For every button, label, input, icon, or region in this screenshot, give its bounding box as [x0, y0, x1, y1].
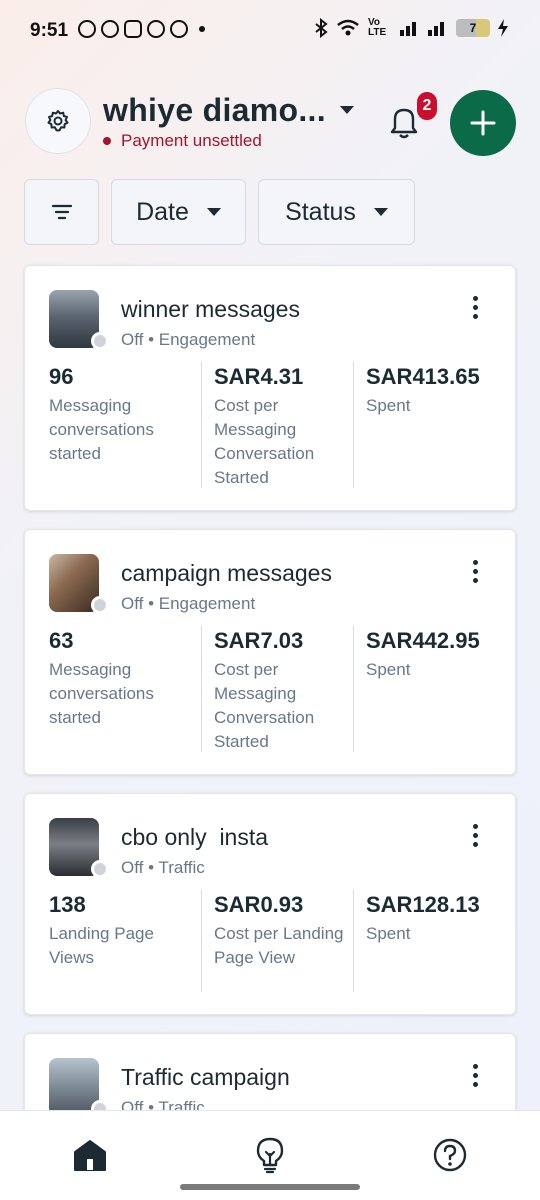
charging-icon [498, 19, 508, 37]
metric-cost-per-result: SAR7.03 Cost per Messaging Conversation … [201, 626, 353, 752]
gear-icon [47, 110, 69, 132]
metric-results: 96 Messaging conversations started [49, 362, 201, 488]
campaign-metrics: 138 Landing Page Views SAR0.93 Cost per … [49, 890, 505, 992]
notification-icons [78, 20, 205, 38]
campaign-name: winner messages [121, 296, 300, 322]
metric-label: Messaging conversations started [49, 396, 154, 463]
settings-button[interactable] [25, 88, 91, 154]
nav-help-tab[interactable] [420, 1125, 480, 1185]
metric-value: SAR442.95 [366, 628, 480, 653]
date-filter-dropdown[interactable]: Date [111, 179, 246, 245]
campaign-card[interactable]: campaign messages Off • Engagement 63 Me… [24, 529, 516, 775]
whatsapp-business-icon [78, 20, 96, 38]
signal-icon-2 [428, 22, 444, 36]
payment-status-text: Payment unsettled [121, 131, 262, 150]
filter-bar: Date Status [24, 179, 415, 245]
date-filter-label: Date [136, 197, 189, 226]
metric-value: SAR128.13 [366, 892, 480, 917]
metric-label: Spent [366, 660, 411, 679]
metric-label: Spent [366, 924, 411, 943]
metric-value: SAR7.03 [214, 628, 304, 653]
notification-count-badge: 2 [415, 90, 439, 122]
metric-value: 138 [49, 892, 86, 917]
filter-button[interactable] [24, 179, 99, 245]
campaign-meta: Off • Engagement [121, 594, 256, 613]
more-notifications-icon [199, 26, 205, 32]
system-icons: Vo LTE 7 [314, 18, 508, 38]
gesture-home-indicator[interactable] [180, 1184, 360, 1190]
whatsapp-icon [147, 20, 165, 38]
plus-icon [470, 110, 496, 136]
metric-spent: SAR442.95 Spent [353, 626, 505, 752]
campaign-meta: Off • Engagement [121, 330, 256, 349]
more-options-button[interactable] [473, 1064, 479, 1087]
chat-icon [101, 20, 119, 38]
more-vert-icon [473, 560, 478, 565]
metric-label: Messaging conversations started [49, 660, 154, 727]
campaign-meta: Off • Traffic [121, 858, 205, 877]
metric-value: SAR0.93 [214, 892, 304, 917]
campaign-card[interactable]: cbo only insta Off • Traffic 138 Landing… [24, 793, 516, 1015]
nav-insights-tab[interactable] [240, 1125, 300, 1185]
metric-cost-per-result: SAR0.93 Cost per Landing Page View [201, 890, 353, 992]
metric-spent: SAR413.65 Spent [353, 362, 505, 488]
status-filter-dropdown[interactable]: Status [258, 179, 415, 245]
campaign-name: Traffic campaign [121, 1064, 290, 1090]
metric-value: 96 [49, 364, 74, 389]
more-vert-icon [473, 296, 478, 301]
battery-icon: 7 [456, 19, 490, 37]
metric-results: 63 Messaging conversations started [49, 626, 201, 752]
more-vert-icon [473, 1064, 478, 1069]
lightbulb-icon [256, 1137, 284, 1174]
metric-results: 138 Landing Page Views [49, 890, 201, 992]
help-icon [433, 1138, 467, 1172]
more-options-button[interactable] [473, 296, 479, 319]
metric-spent: SAR128.13 Spent [353, 890, 505, 992]
status-indicator-off [91, 860, 109, 878]
status-indicator-off [91, 332, 109, 350]
signal-icon-1 [400, 22, 416, 36]
metric-value: SAR413.65 [366, 364, 480, 389]
metric-value: 63 [49, 628, 74, 653]
status-bar: 9:51 Vo LTE 7 [0, 0, 540, 62]
status-filter-label: Status [285, 197, 356, 226]
account-name[interactable]: whiye diamo... [103, 92, 326, 129]
alert-dot-icon [103, 137, 111, 145]
create-button[interactable] [450, 90, 516, 156]
status-time: 9:51 [30, 20, 69, 41]
campaign-name: campaign messages [121, 560, 332, 586]
campaign-list: winner messages Off • Engagement 96 Mess… [24, 265, 516, 1171]
account-header: whiye diamo... Payment unsettled 2 [0, 86, 540, 158]
more-options-button[interactable] [473, 824, 479, 847]
campaign-card[interactable]: winner messages Off • Engagement 96 Mess… [24, 265, 516, 511]
home-icon [74, 1140, 106, 1171]
campaign-metrics: 96 Messaging conversations started SAR4.… [49, 362, 505, 488]
account-switcher-caret-icon[interactable] [340, 106, 354, 114]
metric-label: Cost per Landing Page View [214, 924, 344, 967]
chevron-down-icon [373, 208, 388, 216]
filter-icon [51, 204, 72, 220]
campaign-name: cbo only insta [121, 824, 269, 850]
metric-label: Landing Page Views [49, 924, 154, 967]
metric-label: Cost per Messaging Conversation Started [214, 660, 315, 751]
campaign-metrics: 63 Messaging conversations started SAR7.… [49, 626, 505, 752]
status-indicator-off [91, 596, 109, 614]
metric-value: SAR4.31 [214, 364, 304, 389]
metric-label: Spent [366, 396, 411, 415]
more-vert-icon [473, 824, 478, 829]
wifi-icon [337, 19, 359, 36]
instagram-icon [124, 20, 142, 38]
payment-status: Payment unsettled [103, 131, 262, 151]
messenger-icon [170, 20, 188, 38]
metric-label: Cost per Messaging Conversation Started [214, 396, 315, 487]
more-options-button[interactable] [473, 560, 479, 583]
nav-home-tab[interactable] [60, 1125, 120, 1185]
bluetooth-icon [315, 18, 328, 38]
network-type-label: Vo LTE [368, 17, 387, 38]
metric-cost-per-result: SAR4.31 Cost per Messaging Conversation … [201, 362, 353, 488]
chevron-down-icon [206, 208, 221, 216]
